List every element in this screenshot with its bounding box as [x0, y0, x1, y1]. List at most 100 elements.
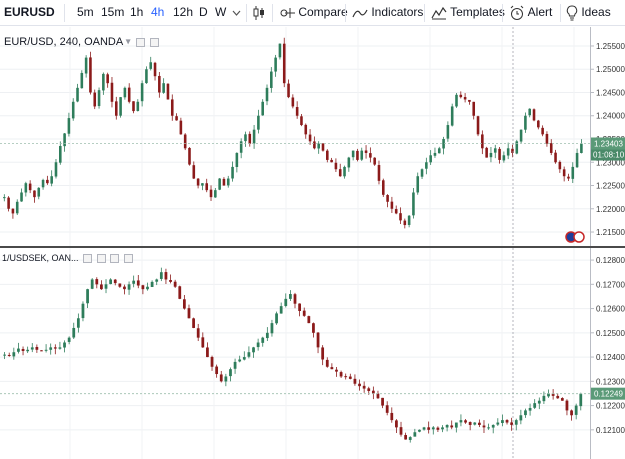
candle-body[interactable]	[136, 280, 140, 286]
candle-body[interactable]	[158, 75, 161, 93]
candle-body[interactable]	[238, 359, 242, 362]
candle-body[interactable]	[304, 124, 308, 135]
candle-body[interactable]	[270, 323, 274, 334]
candle-body[interactable]	[59, 145, 62, 163]
candle-body[interactable]	[358, 383, 361, 387]
candle-body[interactable]	[580, 143, 583, 154]
candle-body[interactable]	[54, 162, 58, 177]
candle-body[interactable]	[209, 189, 213, 198]
candle-body[interactable]	[381, 180, 385, 195]
candle-body[interactable]	[110, 82, 114, 102]
candle-body[interactable]	[102, 73, 105, 91]
candle-body[interactable]	[231, 166, 234, 179]
candle-body[interactable]	[252, 347, 255, 353]
candle-body[interactable]	[40, 350, 43, 352]
candle-body[interactable]	[182, 299, 186, 309]
candle-body[interactable]	[37, 187, 41, 197]
candle-body[interactable]	[63, 133, 66, 147]
candle-body[interactable]	[205, 183, 209, 191]
candle-body[interactable]	[399, 213, 402, 221]
candle-body[interactable]	[233, 361, 237, 369]
candle-body[interactable]	[244, 134, 247, 142]
candle-body[interactable]	[201, 183, 204, 186]
candle-body[interactable]	[81, 303, 85, 319]
candle-body[interactable]	[302, 310, 306, 316]
candle-body[interactable]	[330, 367, 334, 370]
candle-body[interactable]	[565, 400, 569, 411]
candle-body[interactable]	[321, 347, 325, 360]
candle-body[interactable]	[316, 332, 320, 348]
symbol-search[interactable]: EURUSD	[4, 0, 55, 25]
candle-body[interactable]	[395, 420, 398, 428]
candle-body[interactable]	[239, 141, 243, 153]
candle-body[interactable]	[381, 397, 384, 406]
candle-body[interactable]	[549, 143, 553, 153]
candle-body[interactable]	[476, 116, 480, 135]
candle-body[interactable]	[278, 43, 282, 58]
timeframe-12h[interactable]: 12h	[173, 0, 193, 25]
candle-body[interactable]	[235, 152, 239, 168]
candle-body[interactable]	[528, 108, 531, 116]
candle-body[interactable]	[502, 155, 506, 161]
candle-body[interactable]	[450, 106, 454, 126]
candle-body[interactable]	[170, 99, 174, 116]
candle-body[interactable]	[58, 347, 62, 349]
compare-button[interactable]: Compare	[279, 0, 348, 25]
candle-body[interactable]	[321, 143, 325, 151]
candle-body[interactable]	[403, 220, 407, 226]
candle-body[interactable]	[187, 308, 191, 319]
candle-body[interactable]	[293, 294, 297, 304]
candle-body[interactable]	[300, 116, 303, 126]
candle-body[interactable]	[100, 284, 103, 290]
candle-body[interactable]	[150, 281, 154, 287]
candle-body[interactable]	[265, 332, 269, 339]
candle-body[interactable]	[247, 352, 251, 357]
candle-body[interactable]	[21, 348, 25, 351]
alert-button[interactable]: Alert	[509, 0, 552, 25]
candle-body[interactable]	[519, 129, 523, 142]
candle-body[interactable]	[454, 422, 458, 428]
candle-body[interactable]	[173, 281, 177, 287]
candle-body[interactable]	[487, 427, 490, 429]
timeframe-4h[interactable]: 4h	[151, 0, 164, 25]
candle-body[interactable]	[386, 195, 389, 202]
templates-button[interactable]: Templates	[431, 0, 505, 25]
timeframe-1h[interactable]: 1h	[130, 0, 143, 25]
candle-body[interactable]	[104, 284, 108, 289]
candle-body[interactable]	[265, 87, 269, 102]
candle-body[interactable]	[425, 162, 428, 169]
candle-body[interactable]	[344, 376, 348, 378]
candle-body[interactable]	[418, 429, 421, 432]
candle-body[interactable]	[67, 118, 71, 134]
candle-body[interactable]	[404, 435, 408, 440]
candle-body[interactable]	[3, 197, 6, 199]
candle-body[interactable]	[399, 427, 403, 435]
candle-body[interactable]	[317, 143, 320, 149]
candle-body[interactable]	[416, 176, 420, 193]
ideas-button[interactable]: Ideas	[566, 0, 611, 25]
candle-body[interactable]	[46, 179, 49, 184]
candle-body[interactable]	[7, 197, 10, 209]
candle-body[interactable]	[257, 115, 260, 130]
candle-body[interactable]	[412, 192, 415, 216]
candle-body[interactable]	[192, 318, 195, 328]
candle-body[interactable]	[489, 152, 493, 158]
candle-body[interactable]	[511, 148, 514, 153]
candle-body[interactable]	[145, 69, 148, 84]
eurusd-legend[interactable]: EUR/USD, 240, OANDA ▾	[4, 36, 159, 48]
candle-body[interactable]	[501, 420, 504, 424]
candle-body[interactable]	[261, 101, 264, 116]
usdsek-legend[interactable]: 1/USDSEK, OAN...	[2, 253, 133, 264]
candle-body[interactable]	[169, 280, 172, 282]
candle-body[interactable]	[575, 152, 579, 168]
candle-body[interactable]	[76, 87, 79, 102]
candle-body[interactable]	[149, 62, 153, 69]
legend-add-icon[interactable]	[110, 254, 120, 264]
candle-body[interactable]	[347, 157, 351, 168]
candle-body[interactable]	[377, 165, 381, 181]
candle-body[interactable]	[89, 57, 92, 93]
candle-body[interactable]	[362, 385, 366, 389]
candle-body[interactable]	[371, 390, 375, 394]
candle-body[interactable]	[554, 152, 557, 163]
candle-body[interactable]	[459, 94, 463, 98]
